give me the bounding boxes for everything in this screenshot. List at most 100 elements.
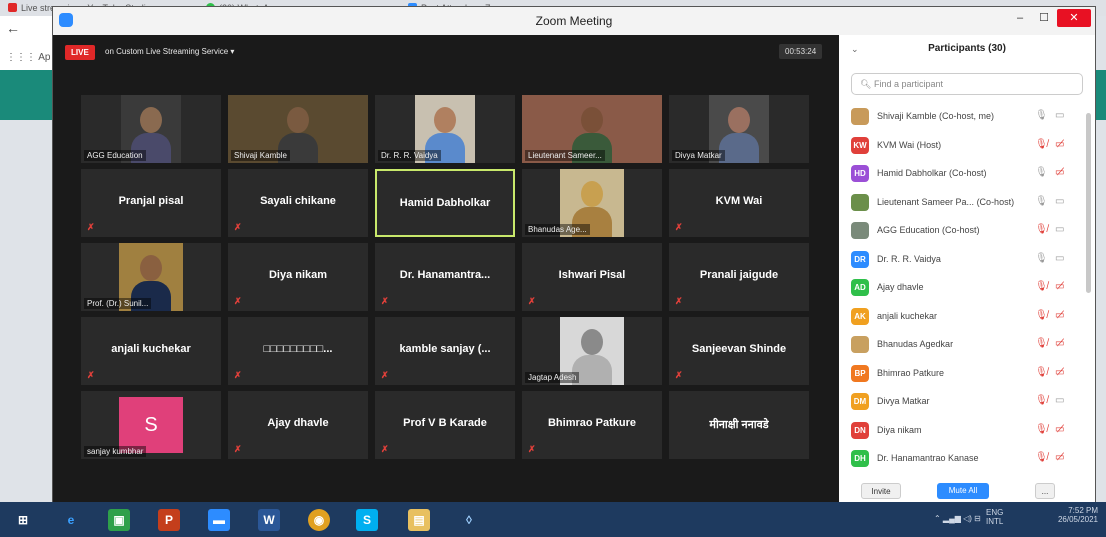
- mic-icon[interactable]: 🎙︎: [1035, 110, 1048, 121]
- mic-icon[interactable]: 🎙︎: [1035, 167, 1048, 178]
- minimize-button[interactable]: –: [1009, 9, 1031, 27]
- mic-muted-icon[interactable]: 🎙︎̸: [1035, 424, 1048, 435]
- mic-muted-icon[interactable]: 🎙︎̸: [1035, 224, 1048, 235]
- participant-row[interactable]: Shivaji Kamble (Co-host, me) 🎙︎ ▭: [839, 103, 1087, 132]
- photos-icon[interactable]: ◊: [458, 509, 480, 531]
- live-badge[interactable]: LIVE: [65, 45, 95, 60]
- participant-row[interactable]: DH Dr. Hanamantrao Kanase 🎙︎̸ ▭̸: [839, 445, 1087, 474]
- mic-muted-icon[interactable]: 🎙︎̸: [1035, 310, 1048, 321]
- internet-explorer-icon[interactable]: e: [60, 509, 82, 531]
- participant-row[interactable]: Bhanudas Agedkar 🎙︎̸ ▭̸: [839, 331, 1087, 360]
- participant-name: Ishwari Pisal: [558, 269, 626, 281]
- participant-tile[interactable]: Ishwari Pisal ✗: [522, 243, 662, 311]
- face-shape: [140, 107, 162, 133]
- participant-tile[interactable]: anjali kuchekar ✗: [81, 317, 221, 385]
- participant-search-input[interactable]: 🔍︎ Find a participant: [851, 73, 1083, 95]
- participant-tile[interactable]: Sanjeevan Shinde ✗: [669, 317, 809, 385]
- participant-tile[interactable]: Dr. Hanamantra... ✗: [375, 243, 515, 311]
- participant-tile[interactable]: KVM Wai ✗: [669, 169, 809, 237]
- participant-row[interactable]: BP Bhimrao Patkure 🎙︎̸ ▭̸: [839, 360, 1087, 389]
- participant-avatar: HD: [851, 165, 869, 182]
- participant-tile[interactable]: Shivaji Kamble: [228, 95, 368, 163]
- camera-off-icon[interactable]: ▭̸: [1055, 452, 1064, 463]
- participant-tile[interactable]: Diya nikam ✗: [228, 243, 368, 311]
- participant-tile[interactable]: Ssanjay kumbhar: [81, 391, 221, 459]
- participant-row[interactable]: DM Divya Matkar 🎙︎̸ ▭: [839, 388, 1087, 417]
- participant-name: Dr. Hanamantrao Kanase: [877, 453, 979, 463]
- face-shape: [581, 107, 603, 133]
- maximize-button[interactable]: ☐: [1033, 9, 1055, 27]
- participant-tile[interactable]: Pranjal pisal ✗: [81, 169, 221, 237]
- powerpoint-icon[interactable]: P: [158, 509, 180, 531]
- participant-tile[interactable]: kamble sanjay (... ✗: [375, 317, 515, 385]
- participant-tile[interactable]: Ajay dhavle ✗: [228, 391, 368, 459]
- back-arrow-icon[interactable]: ←: [6, 20, 20, 36]
- participant-tile[interactable]: Prof V B Karade ✗: [375, 391, 515, 459]
- participant-row[interactable]: HD Hamid Dabholkar (Co-host) 🎙︎ ▭̸: [839, 160, 1087, 189]
- participant-name-label: Prof. (Dr.) Sunil...: [84, 298, 152, 309]
- camera-off-icon[interactable]: ▭̸: [1055, 310, 1064, 321]
- participant-list: Shivaji Kamble (Co-host, me) 🎙︎ ▭ KW KVM Wai…: [839, 103, 1087, 474]
- invite-button[interactable]: Invite: [861, 483, 901, 499]
- participant-tile[interactable]: मीनाक्षी ननावडे: [669, 391, 809, 459]
- participant-tile[interactable]: Bhimrao Patkure ✗: [522, 391, 662, 459]
- language-indicator[interactable]: ENG INTL: [986, 508, 1003, 526]
- mic-muted-icon[interactable]: 🎙︎̸: [1035, 139, 1048, 150]
- participant-name-label: Lieutenant Sameer...: [525, 150, 605, 161]
- mic-muted-icon[interactable]: 🎙︎̸: [1035, 367, 1048, 378]
- mic-muted-icon[interactable]: 🎙︎̸: [1035, 281, 1048, 292]
- camera-icon[interactable]: ▭: [1055, 110, 1064, 121]
- camera-icon[interactable]: ▭: [1055, 395, 1064, 406]
- camera-off-icon[interactable]: ▭̸: [1055, 281, 1064, 292]
- mic-icon[interactable]: 🎙︎: [1035, 253, 1048, 264]
- camera-off-icon[interactable]: ▭̸: [1055, 338, 1064, 349]
- camera-icon[interactable]: ▭: [1055, 196, 1064, 207]
- participant-tile[interactable]: Pranali jaigude ✗: [669, 243, 809, 311]
- participant-row[interactable]: AD Ajay dhavle 🎙︎̸ ▭̸: [839, 274, 1087, 303]
- participant-tile[interactable]: Bhanudas Age...: [522, 169, 662, 237]
- participant-tile[interactable]: Jagtap Adesh: [522, 317, 662, 385]
- title-bar: Zoom Meeting – ☐ ✕: [53, 7, 1095, 35]
- camera-off-icon[interactable]: ▭̸: [1055, 424, 1064, 435]
- store-icon[interactable]: ▣: [108, 509, 130, 531]
- windows-start-icon[interactable]: ⊞: [12, 509, 34, 531]
- apps-shortcut[interactable]: ⋮⋮⋮ Ap: [6, 52, 50, 63]
- skype-icon[interactable]: S: [356, 509, 378, 531]
- file-explorer-icon[interactable]: ▤: [408, 509, 430, 531]
- mic-muted-icon[interactable]: 🎙︎̸: [1035, 395, 1048, 406]
- participant-row[interactable]: AGG Education (Co-host) 🎙︎̸ ▭: [839, 217, 1087, 246]
- participant-tile[interactable]: Prof. (Dr.) Sunil...: [81, 243, 221, 311]
- participant-tile[interactable]: □□□□□□□□□... ✗: [228, 317, 368, 385]
- camera-icon[interactable]: ▭: [1055, 253, 1064, 264]
- participant-row[interactable]: DR Dr. R. R. Vaidya 🎙︎ ▭: [839, 246, 1087, 275]
- zoom-taskbar-icon[interactable]: ▬: [208, 509, 230, 531]
- participant-row[interactable]: Lieutenant Sameer Pa... (Co-host) 🎙︎ ▭: [839, 189, 1087, 218]
- close-button[interactable]: ✕: [1057, 9, 1091, 27]
- participant-tile[interactable]: Lieutenant Sameer...: [522, 95, 662, 163]
- word-icon[interactable]: W: [258, 509, 280, 531]
- camera-off-icon[interactable]: ▭̸: [1055, 139, 1064, 150]
- system-tray-icons[interactable]: ⌃ ▂▄▆ ◁) ⊟: [934, 514, 981, 523]
- participant-tile[interactable]: Sayali chikane ✗: [228, 169, 368, 237]
- participant-tile[interactable]: Divya Matkar: [669, 95, 809, 163]
- stream-service-dropdown[interactable]: on Custom Live Streaming Service ▾: [105, 47, 234, 56]
- mic-icon[interactable]: 🎙︎: [1035, 196, 1048, 207]
- chrome-icon[interactable]: ◉: [308, 509, 330, 531]
- participant-scrollbar[interactable]: [1086, 113, 1091, 293]
- mic-muted-icon[interactable]: 🎙︎̸: [1035, 338, 1048, 349]
- clock[interactable]: 7:52 PM 26/05/2021: [1058, 506, 1098, 524]
- body-shape: [719, 133, 759, 163]
- participant-row[interactable]: AK anjali kuchekar 🎙︎̸ ▭̸: [839, 303, 1087, 332]
- camera-icon[interactable]: ▭: [1055, 224, 1064, 235]
- more-options-button[interactable]: ...: [1035, 483, 1055, 499]
- participant-row[interactable]: KW KVM Wai (Host) 🎙︎̸ ▭̸: [839, 132, 1087, 161]
- camera-off-icon[interactable]: ▭̸: [1055, 167, 1064, 178]
- participant-row[interactable]: DN Diya nikam 🎙︎̸ ▭̸: [839, 417, 1087, 446]
- participant-tile[interactable]: AGG Education: [81, 95, 221, 163]
- camera-off-icon[interactable]: ▭̸: [1055, 367, 1064, 378]
- mute-all-button[interactable]: Mute All: [937, 483, 989, 499]
- participant-tile[interactable]: Dr. R. R. Vaidya: [375, 95, 515, 163]
- mic-muted-icon[interactable]: 🎙︎̸: [1035, 452, 1048, 463]
- gallery-view: LIVE on Custom Live Streaming Service ▾ …: [53, 35, 839, 503]
- participant-tile[interactable]: Hamid Dabholkar: [375, 169, 515, 237]
